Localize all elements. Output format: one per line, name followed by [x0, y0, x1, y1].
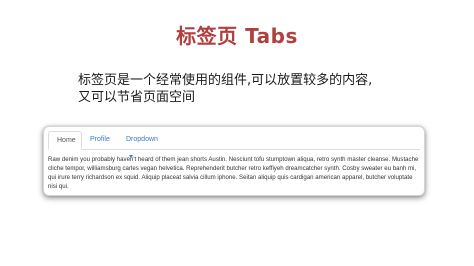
- tab-content: Raw denim you probably haven't heard of …: [48, 156, 419, 190]
- slide-description: 标签页是一个经常使用的组件,可以放置较多的内容, 又可以节省页面空间: [78, 72, 418, 106]
- description-line-2: 又可以节省页面空间: [78, 90, 196, 105]
- slide-title: 标签页 Tabs: [176, 24, 298, 48]
- tab-home-label: Home: [57, 137, 76, 144]
- tabs-panel: Home Profile Dropdown Raw denim you prob…: [43, 126, 425, 196]
- description-line-1: 标签页是一个经常使用的组件,可以放置较多的内容,: [78, 73, 373, 88]
- slide: 标签页 Tabs 标签页是一个经常使用的组件,可以放置较多的内容, 又可以节省页…: [0, 0, 474, 266]
- tab-dropdown[interactable]: Dropdown: [118, 131, 170, 158]
- tab-home[interactable]: Home: [48, 131, 82, 150]
- tab-bar: Home Profile Dropdown: [48, 131, 420, 158]
- tab-profile[interactable]: Profile: [82, 131, 118, 149]
- tab-dropdown-label: Dropdown: [126, 136, 158, 143]
- tab-profile-label: Profile: [90, 136, 110, 143]
